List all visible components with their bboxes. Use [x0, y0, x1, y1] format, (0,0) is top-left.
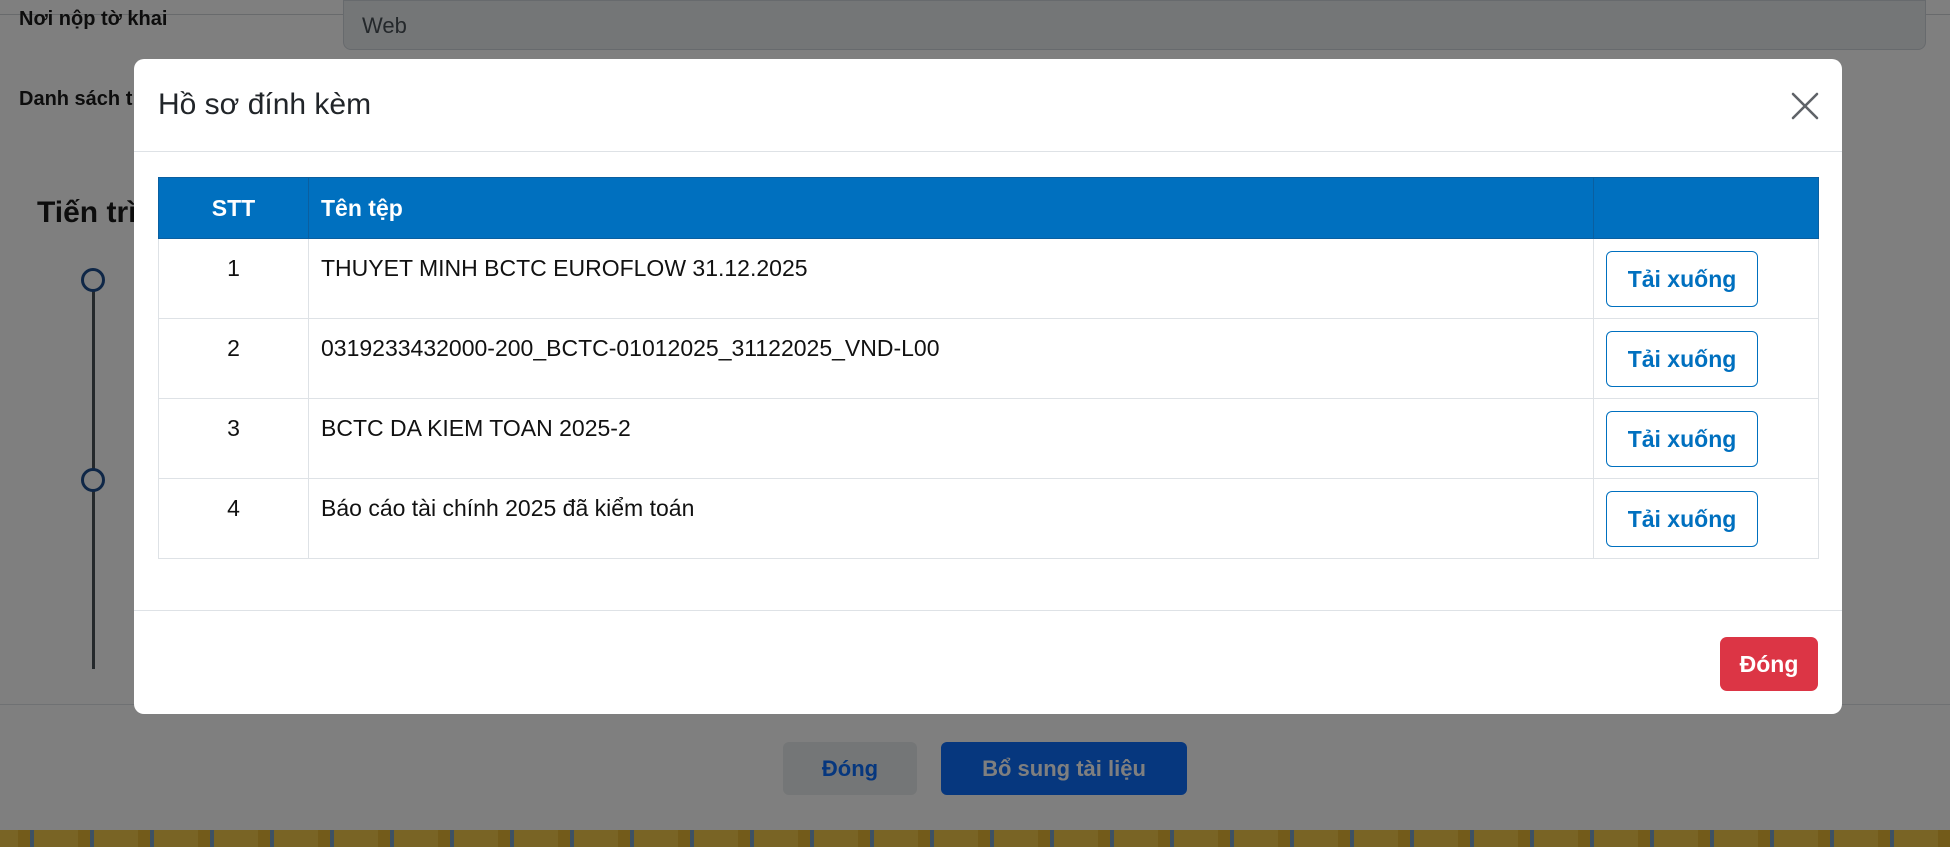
download-cell: Tải xuống [1593, 478, 1819, 559]
column-header-stt: STT [158, 177, 309, 239]
modal-footer: Đóng [134, 610, 1842, 714]
column-header-file-name: Tên tệp [308, 177, 1594, 239]
table-row: 3 BCTC DA KIEM TOAN 2025-2 Tải xuống [158, 398, 1819, 479]
row-number: 3 [158, 398, 309, 479]
attachments-modal: Hồ sơ đính kèm STT Tên tệp 1 THUYET MINH… [134, 59, 1842, 714]
attachments-table: STT Tên tệp 1 THUYET MINH BCTC EUROFLOW … [158, 177, 1819, 559]
close-icon-glyph [1791, 92, 1819, 120]
file-name: 0319233432000-200_BCTC-01012025_31122025… [308, 318, 1594, 399]
column-header-action [1593, 177, 1819, 239]
table-row: 2 0319233432000-200_BCTC-01012025_311220… [158, 318, 1819, 399]
download-cell: Tải xuống [1593, 318, 1819, 399]
modal-header: Hồ sơ đính kèm [134, 59, 1842, 152]
row-number: 2 [158, 318, 309, 399]
download-button[interactable]: Tải xuống [1606, 491, 1758, 547]
download-cell: Tải xuống [1593, 238, 1819, 319]
close-button[interactable]: Đóng [1720, 637, 1818, 691]
modal-title: Hồ sơ đính kèm [158, 88, 372, 121]
download-cell: Tải xuống [1593, 398, 1819, 479]
table-header-row: STT Tên tệp [158, 177, 1819, 239]
file-name: BCTC DA KIEM TOAN 2025-2 [308, 398, 1594, 479]
file-name: THUYET MINH BCTC EUROFLOW 31.12.2025 [308, 238, 1594, 319]
row-number: 1 [158, 238, 309, 319]
table-row: 1 THUYET MINH BCTC EUROFLOW 31.12.2025 T… [158, 238, 1819, 319]
close-icon[interactable] [1788, 89, 1822, 123]
file-name: Báo cáo tài chính 2025 đã kiểm toán [308, 478, 1594, 559]
download-button[interactable]: Tải xuống [1606, 331, 1758, 387]
row-number: 4 [158, 478, 309, 559]
table-row: 4 Báo cáo tài chính 2025 đã kiểm toán Tả… [158, 478, 1819, 559]
download-button[interactable]: Tải xuống [1606, 251, 1758, 307]
download-button[interactable]: Tải xuống [1606, 411, 1758, 467]
